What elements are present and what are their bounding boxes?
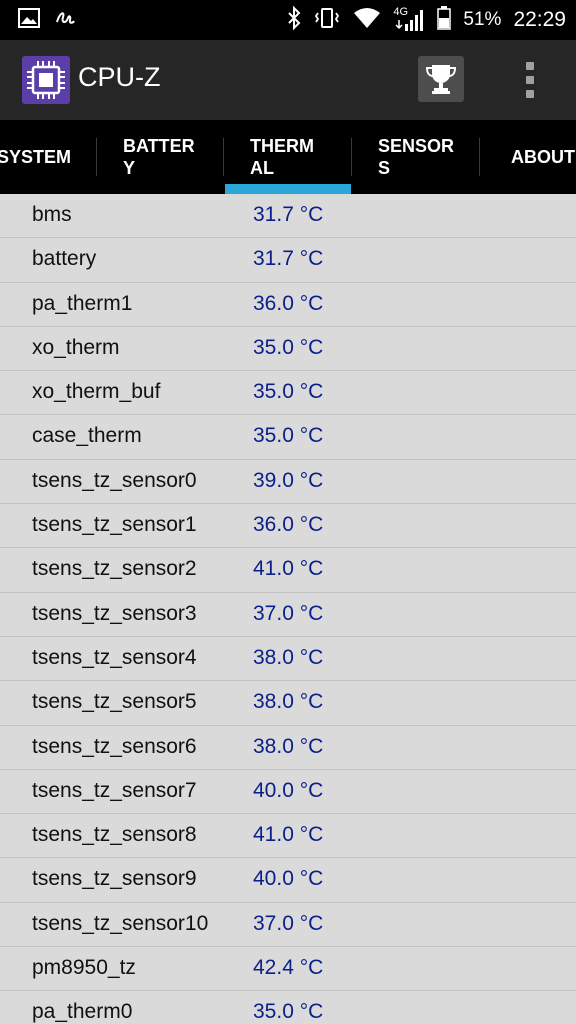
active-tab-indicator (225, 184, 351, 194)
sensor-temperature: 38.0 °C (253, 734, 324, 758)
sensor-temperature: 38.0 °C (253, 645, 324, 669)
sensor-temperature: 35.0 °C (253, 1000, 324, 1024)
tab-divider (96, 138, 97, 176)
sensor-temperature: 35.0 °C (253, 380, 324, 404)
sensor-temperature: 35.0 °C (253, 424, 324, 448)
sensor-name: xo_therm_buf (32, 380, 161, 404)
tab-divider (479, 138, 480, 176)
sensor-temperature: 35.0 °C (253, 335, 324, 359)
sensor-name: xo_therm (32, 335, 120, 359)
clock: 22:29 (513, 8, 566, 31)
signal-icon: 4G (393, 6, 425, 34)
tab-divider (223, 138, 224, 176)
sensor-name: pa_therm1 (32, 291, 133, 315)
tab-system[interactable]: SYSTEM (0, 146, 71, 168)
image-icon (18, 7, 40, 33)
sensor-row: xo_therm_buf 35.0 °C (0, 371, 576, 416)
cpu-chip-icon (22, 56, 70, 104)
sensor-temperature: 37.0 °C (253, 601, 324, 625)
sensor-row: tsens_tz_sensor6 38.0 °C (0, 726, 576, 770)
tab-battery-label-line2: Y (123, 158, 136, 178)
sensor-name: bms (32, 203, 72, 226)
sensor-name: tsens_tz_sensor10 (32, 911, 209, 935)
vibrate-icon (313, 7, 341, 34)
sensor-name: tsens_tz_sensor0 (32, 468, 197, 492)
sensor-temperature: 38.0 °C (253, 690, 324, 714)
sensor-row: battery 31.7 °C (0, 238, 576, 283)
sensor-row: tsens_tz_sensor2 41.0 °C (0, 548, 576, 593)
tab-about[interactable]: ABOUT (511, 146, 575, 168)
tab-battery[interactable]: BATTER Y (123, 135, 195, 179)
tab-sensors-label-line2: S (378, 158, 391, 178)
tab-thermal[interactable]: THERM AL (250, 135, 314, 179)
sensor-name: tsens_tz_sensor6 (32, 734, 197, 758)
sensor-name: tsens_tz_sensor2 (32, 557, 197, 581)
sensor-row: tsens_tz_sensor7 40.0 °C (0, 770, 576, 815)
sensor-name: case_therm (32, 424, 142, 448)
app-bar: CPU-Z (0, 40, 576, 120)
sensor-temperature: 31.7 °C (253, 247, 324, 271)
sensor-name: battery (32, 247, 97, 271)
sensor-name: pa_therm0 (32, 1000, 133, 1024)
sensor-row: tsens_tz_sensor3 37.0 °C (0, 593, 576, 637)
sensor-temperature: 42.4 °C (253, 956, 324, 980)
sensor-temperature: 36.0 °C (253, 513, 324, 537)
sensor-name: tsens_tz_sensor7 (32, 778, 197, 802)
sensor-row: pa_therm1 36.0 °C (0, 283, 576, 327)
tab-bar: SYSTEM BATTER Y THERM AL SENSOR S ABOUT (0, 120, 576, 194)
sensor-row: xo_therm 35.0 °C (0, 327, 576, 372)
sensor-temperature: 41.0 °C (253, 557, 324, 581)
thermal-sensor-list[interactable]: bms 31.7 °C battery 31.7 °C pa_therm1 36.0 °C… (0, 194, 576, 1024)
tab-battery-label-line1: BATTER (123, 136, 195, 156)
tab-sensors[interactable]: SENSOR S (378, 135, 454, 179)
sensor-temperature: 40.0 °C (253, 778, 324, 802)
sensor-temperature: 40.0 °C (253, 867, 324, 891)
sensor-row: tsens_tz_sensor0 39.0 °C (0, 460, 576, 505)
sensor-temperature: 41.0 °C (253, 823, 324, 847)
signature-icon (54, 7, 76, 34)
sensor-name: tsens_tz_sensor9 (32, 867, 197, 891)
sensor-row: tsens_tz_sensor9 40.0 °C (0, 858, 576, 903)
sensor-name: pm8950_tz (32, 956, 136, 980)
tab-thermal-label-line2: AL (250, 158, 274, 178)
status-bar-system: 4G 51% 22:29 (287, 5, 566, 35)
sensor-temperature: 37.0 °C (253, 911, 324, 935)
wifi-icon (353, 7, 381, 34)
overflow-menu-button[interactable] (512, 58, 552, 102)
sensor-name: tsens_tz_sensor1 (32, 513, 197, 537)
sensor-name: tsens_tz_sensor5 (32, 690, 197, 714)
sensor-row: tsens_tz_sensor4 38.0 °C (0, 637, 576, 682)
sensor-row: bms 31.7 °C (0, 194, 576, 239)
sensor-name: tsens_tz_sensor3 (32, 601, 197, 625)
tab-system-label: SYSTEM (0, 147, 72, 167)
tab-sensors-label-line1: SENSOR (378, 136, 455, 156)
sensor-row: pa_therm0 35.0 °C (0, 991, 576, 1024)
sensor-temperature: 36.0 °C (253, 291, 324, 315)
sensor-row: tsens_tz_sensor10 37.0 °C (0, 903, 576, 948)
sensor-row: tsens_tz_sensor1 36.0 °C (0, 504, 576, 549)
status-bar-notifications (18, 7, 76, 34)
sensor-temperature: 31.7 °C (253, 203, 324, 226)
sensor-name: tsens_tz_sensor8 (32, 823, 197, 847)
sensor-row: tsens_tz_sensor8 41.0 °C (0, 814, 576, 859)
battery-icon (437, 5, 452, 35)
sensor-name: tsens_tz_sensor4 (32, 645, 197, 669)
sensor-row: tsens_tz_sensor5 38.0 °C (0, 681, 576, 726)
battery-percent: 51% (463, 9, 502, 30)
tab-thermal-label-line1: THERM (250, 136, 314, 156)
bluetooth-icon (287, 5, 301, 35)
trophy-icon (425, 65, 457, 94)
status-bar: 4G 51% 22:29 (0, 0, 576, 40)
trophy-button[interactable] (418, 56, 464, 102)
sensor-row: case_therm 35.0 °C (0, 415, 576, 460)
sensor-temperature: 39.0 °C (253, 468, 324, 492)
sensor-row: pm8950_tz 42.4 °C (0, 947, 576, 992)
app-title: CPU-Z (78, 62, 161, 92)
tab-about-label: ABOUT (511, 147, 575, 167)
tab-divider (351, 138, 352, 176)
